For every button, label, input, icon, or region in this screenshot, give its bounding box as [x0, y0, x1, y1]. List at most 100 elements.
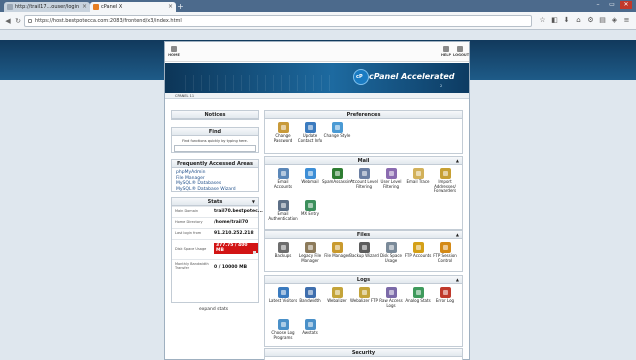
feature-label: Import Addresses/ Forwarders	[433, 179, 457, 194]
feature-label: Backup Wizard	[349, 253, 379, 258]
group-logs: Logs ▲ Latest Visitors Bandwidth Webalizer…	[264, 275, 463, 347]
feature-backup-wizard[interactable]: Backup Wizard	[349, 242, 379, 259]
frequent-list: phpMyAdmin File Manager MySQL® Databases…	[172, 168, 258, 192]
feature-bandwidth[interactable]: Bandwidth	[295, 287, 325, 304]
mx-icon	[304, 200, 316, 211]
feature-webmail[interactable]: Webmail	[295, 168, 325, 185]
cpanel-favicon-icon	[93, 4, 99, 10]
feature-label: Backups	[274, 253, 292, 258]
back-icon[interactable]: ◀	[3, 16, 13, 26]
stats-row: Last login from 91.210.252.218	[172, 228, 258, 239]
home-icon[interactable]: ⌂	[574, 16, 583, 25]
feature-analog-stats[interactable]: Analog Stats	[403, 287, 433, 304]
maximize-button[interactable]: ▭	[606, 1, 618, 9]
feature-label: Raw Access Logs	[379, 298, 403, 308]
download-icon[interactable]: ⬇	[562, 16, 571, 25]
stats-title: Stats ▼	[172, 198, 258, 206]
feature-label: Analog Stats	[405, 298, 431, 303]
star-icon[interactable]: ☆	[538, 16, 547, 25]
find-input[interactable]	[174, 145, 256, 152]
feature-legacy-file-manager[interactable]: Legacy File Manager	[295, 242, 325, 263]
collapse-icon[interactable]: ▲	[456, 231, 459, 239]
feature-label: Webmail	[301, 179, 319, 184]
reader-icon[interactable]: ▤	[598, 16, 607, 25]
collapse-icon[interactable]: ▲	[456, 157, 459, 165]
banner-grid-graphic	[185, 75, 335, 91]
group-files: Files ▲ Backups Legacy File Manager File M…	[264, 230, 463, 272]
feature-label: File Manager	[324, 253, 350, 258]
collapse-icon[interactable]: ▼	[252, 198, 255, 206]
expand-stats-link[interactable]: expand stats	[199, 307, 228, 312]
close-window-button[interactable]: ✕	[620, 1, 632, 9]
feature-latest-visitors[interactable]: Latest Visitors	[268, 287, 298, 304]
feature-raw-access-logs[interactable]: Raw Access Logs	[376, 287, 406, 308]
close-tab-icon[interactable]: ×	[168, 2, 173, 12]
minimize-button[interactable]: –	[592, 1, 604, 9]
frequent-link[interactable]: MySQL® Database Wizard	[176, 187, 258, 193]
stats-label: Main Domain	[175, 209, 199, 213]
nav-help[interactable]: HELP	[439, 46, 453, 57]
address-bar[interactable]: https://host.bestpotecca.com:2083/fronte…	[24, 15, 532, 27]
nav-logout[interactable]: LOGOUT	[453, 46, 469, 57]
menu-icon[interactable]: ≡	[622, 16, 631, 25]
feature-import-addresses-forwarders[interactable]: Import Addresses/ Forwarders	[430, 168, 460, 194]
feature-choose-log-programs[interactable]: Choose Log Programs	[268, 319, 298, 340]
feature-label: Change Password	[273, 133, 293, 143]
reload-icon[interactable]: ↻	[13, 16, 23, 26]
group-preferences: Preferences Change Password Update Contac…	[264, 110, 463, 154]
feature-email-accounts[interactable]: Email Accounts	[268, 168, 298, 189]
collapse-icon[interactable]: ▲	[456, 276, 459, 284]
user-filter-icon	[385, 168, 397, 179]
stats-label: Monthly Bandwidth Transfer	[175, 262, 209, 270]
feature-spamassassin[interactable]: SpamAssassin™	[322, 168, 355, 185]
feature-error-log[interactable]: Error Log	[430, 287, 460, 304]
feature-label: Account Level Filtering	[350, 179, 378, 189]
feature-webalizer-ftp[interactable]: Webalizer FTP	[349, 287, 379, 304]
feature-backups[interactable]: Backups	[268, 242, 298, 259]
key-icon	[277, 122, 289, 133]
feature-label: FTP Session Control	[433, 253, 457, 263]
feature-email-authentication[interactable]: Email Authentication	[268, 200, 298, 221]
feature-webalizer[interactable]: Webalizer	[322, 287, 352, 304]
close-tab-icon[interactable]: ×	[82, 2, 87, 12]
url-text: https://host.bestpotecca.com:2083/fronte…	[35, 18, 182, 24]
feature-change-style[interactable]: Change Style	[322, 122, 352, 139]
lock-icon	[28, 19, 32, 23]
shield-icon[interactable]: ◈	[610, 16, 619, 25]
feature-email-trace[interactable]: Email Trace	[403, 168, 433, 185]
help-icon	[443, 46, 449, 52]
feature-disk-space-usage[interactable]: Disk Space Usage	[376, 242, 406, 263]
feature-label: User Level Filtering	[380, 179, 402, 189]
stats-box: Stats ▼ Main Domain trail70.bestpotec...…	[171, 197, 263, 303]
frequent-title: Frequently Accessed Areas	[172, 160, 258, 168]
group-title: Mail ▲	[265, 157, 462, 165]
settings-icon[interactable]: ⚙	[586, 16, 595, 25]
feature-user-level-filtering[interactable]: User Level Filtering	[376, 168, 406, 189]
logout-icon	[457, 46, 463, 52]
feature-change-password[interactable]: Change Password	[268, 122, 298, 143]
group-security: Security	[264, 348, 463, 360]
extension-icon[interactable]: ◧	[550, 16, 559, 25]
feature-label: Change Style	[323, 133, 351, 138]
group-title: Logs ▲	[265, 276, 462, 284]
feature-update-contact-info[interactable]: Update Contact Info	[295, 122, 325, 143]
feature-awstats[interactable]: Awstats	[295, 319, 325, 336]
browser-tab-strip: http://trail17...ouser/login × cPanel X …	[0, 0, 636, 12]
feature-file-manager[interactable]: File Manager	[322, 242, 352, 259]
tab-cpanel[interactable]: cPanel X ×	[90, 2, 176, 12]
nav-home[interactable]: HOME	[167, 46, 181, 57]
stats-row: Home Directory /home/trail70	[172, 217, 258, 228]
log-programs-icon	[277, 319, 289, 330]
breadcrumb: CPANEL 11	[165, 93, 469, 99]
group-title: Files ▲	[265, 231, 462, 239]
stats-label: Last login from	[175, 231, 202, 235]
feature-ftp-session-control[interactable]: FTP Session Control	[430, 242, 460, 263]
find-title: Find	[172, 128, 258, 136]
feature-account-level-filtering[interactable]: Account Level Filtering	[349, 168, 379, 189]
feature-label: Legacy File Manager	[298, 253, 322, 263]
new-tab-button[interactable]: +	[176, 2, 185, 11]
tab-login[interactable]: http://trail17...ouser/login ×	[4, 2, 90, 12]
import-icon	[439, 168, 451, 179]
feature-mx-entry[interactable]: MX Entry	[295, 200, 325, 217]
feature-ftp-accounts[interactable]: FTP Accounts	[403, 242, 433, 259]
